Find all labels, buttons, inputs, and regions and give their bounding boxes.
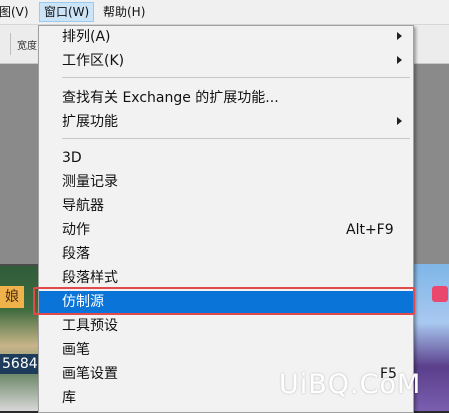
menu-item-3d[interactable]: 3D xyxy=(39,147,413,169)
menu-item-label: 工具预设 xyxy=(62,318,118,334)
submenu-arrow-icon xyxy=(397,117,402,125)
menu-item-arrange[interactable]: 排列(A) xyxy=(39,26,413,48)
menu-item-label: 工作区(K) xyxy=(62,53,125,69)
menu-item-label: 查找有关 Exchange 的扩展功能... xyxy=(62,90,279,106)
image-tag: 娘 xyxy=(0,286,24,308)
menu-item-brushes[interactable]: 画笔 xyxy=(39,339,413,361)
menu-help[interactable]: 帮助(H) xyxy=(103,4,145,20)
menu-item-label: 排列(A) xyxy=(62,29,111,45)
menu-view[interactable]: 视图(V) xyxy=(0,4,29,20)
image-pin xyxy=(432,286,448,302)
menu-item-label: 导航器 xyxy=(62,198,104,214)
menu-item-workspace[interactable]: 工作区(K) xyxy=(39,50,413,72)
menu-item-label: 段落样式 xyxy=(62,270,118,286)
watermark: UiBQ.CoM xyxy=(279,369,422,400)
menu-item-label: 段落 xyxy=(62,246,90,262)
window-menu-dropdown: 排列(A) 工作区(K) 查找有关 Exchange 的扩展功能... 扩展功能… xyxy=(38,25,414,413)
image-number: 5684 xyxy=(0,354,42,374)
menu-separator xyxy=(62,138,410,139)
menu-window[interactable]: 窗口(W) xyxy=(39,2,95,22)
submenu-arrow-icon xyxy=(397,32,402,40)
menu-item-label: 测量记录 xyxy=(62,174,118,190)
submenu-arrow-icon xyxy=(397,56,402,64)
menu-item-measurement-log[interactable]: 测量记录 xyxy=(39,171,413,193)
width-label: 宽度 xyxy=(17,41,37,52)
highlight-outline xyxy=(33,287,415,315)
menu-item-label: 画笔设置 xyxy=(62,366,118,382)
menu-item-label: 库 xyxy=(62,390,76,406)
menu-item-label: 扩展功能 xyxy=(62,114,118,130)
menu-item-paragraph[interactable]: 段落 xyxy=(39,243,413,265)
menu-item-navigator[interactable]: 导航器 xyxy=(39,195,413,217)
menu-item-shortcut: Alt+F9 xyxy=(346,222,394,238)
menu-item-find-extensions[interactable]: 查找有关 Exchange 的扩展功能... xyxy=(39,87,413,109)
menu-item-label: 动作 xyxy=(62,222,90,238)
menu-item-extensions[interactable]: 扩展功能 xyxy=(39,111,413,133)
menu-item-label: 画笔 xyxy=(62,342,90,358)
menu-item-actions[interactable]: 动作 Alt+F9 xyxy=(39,219,413,241)
menu-item-label: 3D xyxy=(62,150,82,166)
menu-item-paragraph-styles[interactable]: 段落样式 xyxy=(39,267,413,289)
toolbar-divider xyxy=(10,33,11,55)
menu-separator xyxy=(62,77,410,78)
menu-bar: 视图(V) 窗口(W) 帮助(H) xyxy=(0,0,449,25)
menu-item-tool-presets[interactable]: 工具预设 xyxy=(39,315,413,337)
